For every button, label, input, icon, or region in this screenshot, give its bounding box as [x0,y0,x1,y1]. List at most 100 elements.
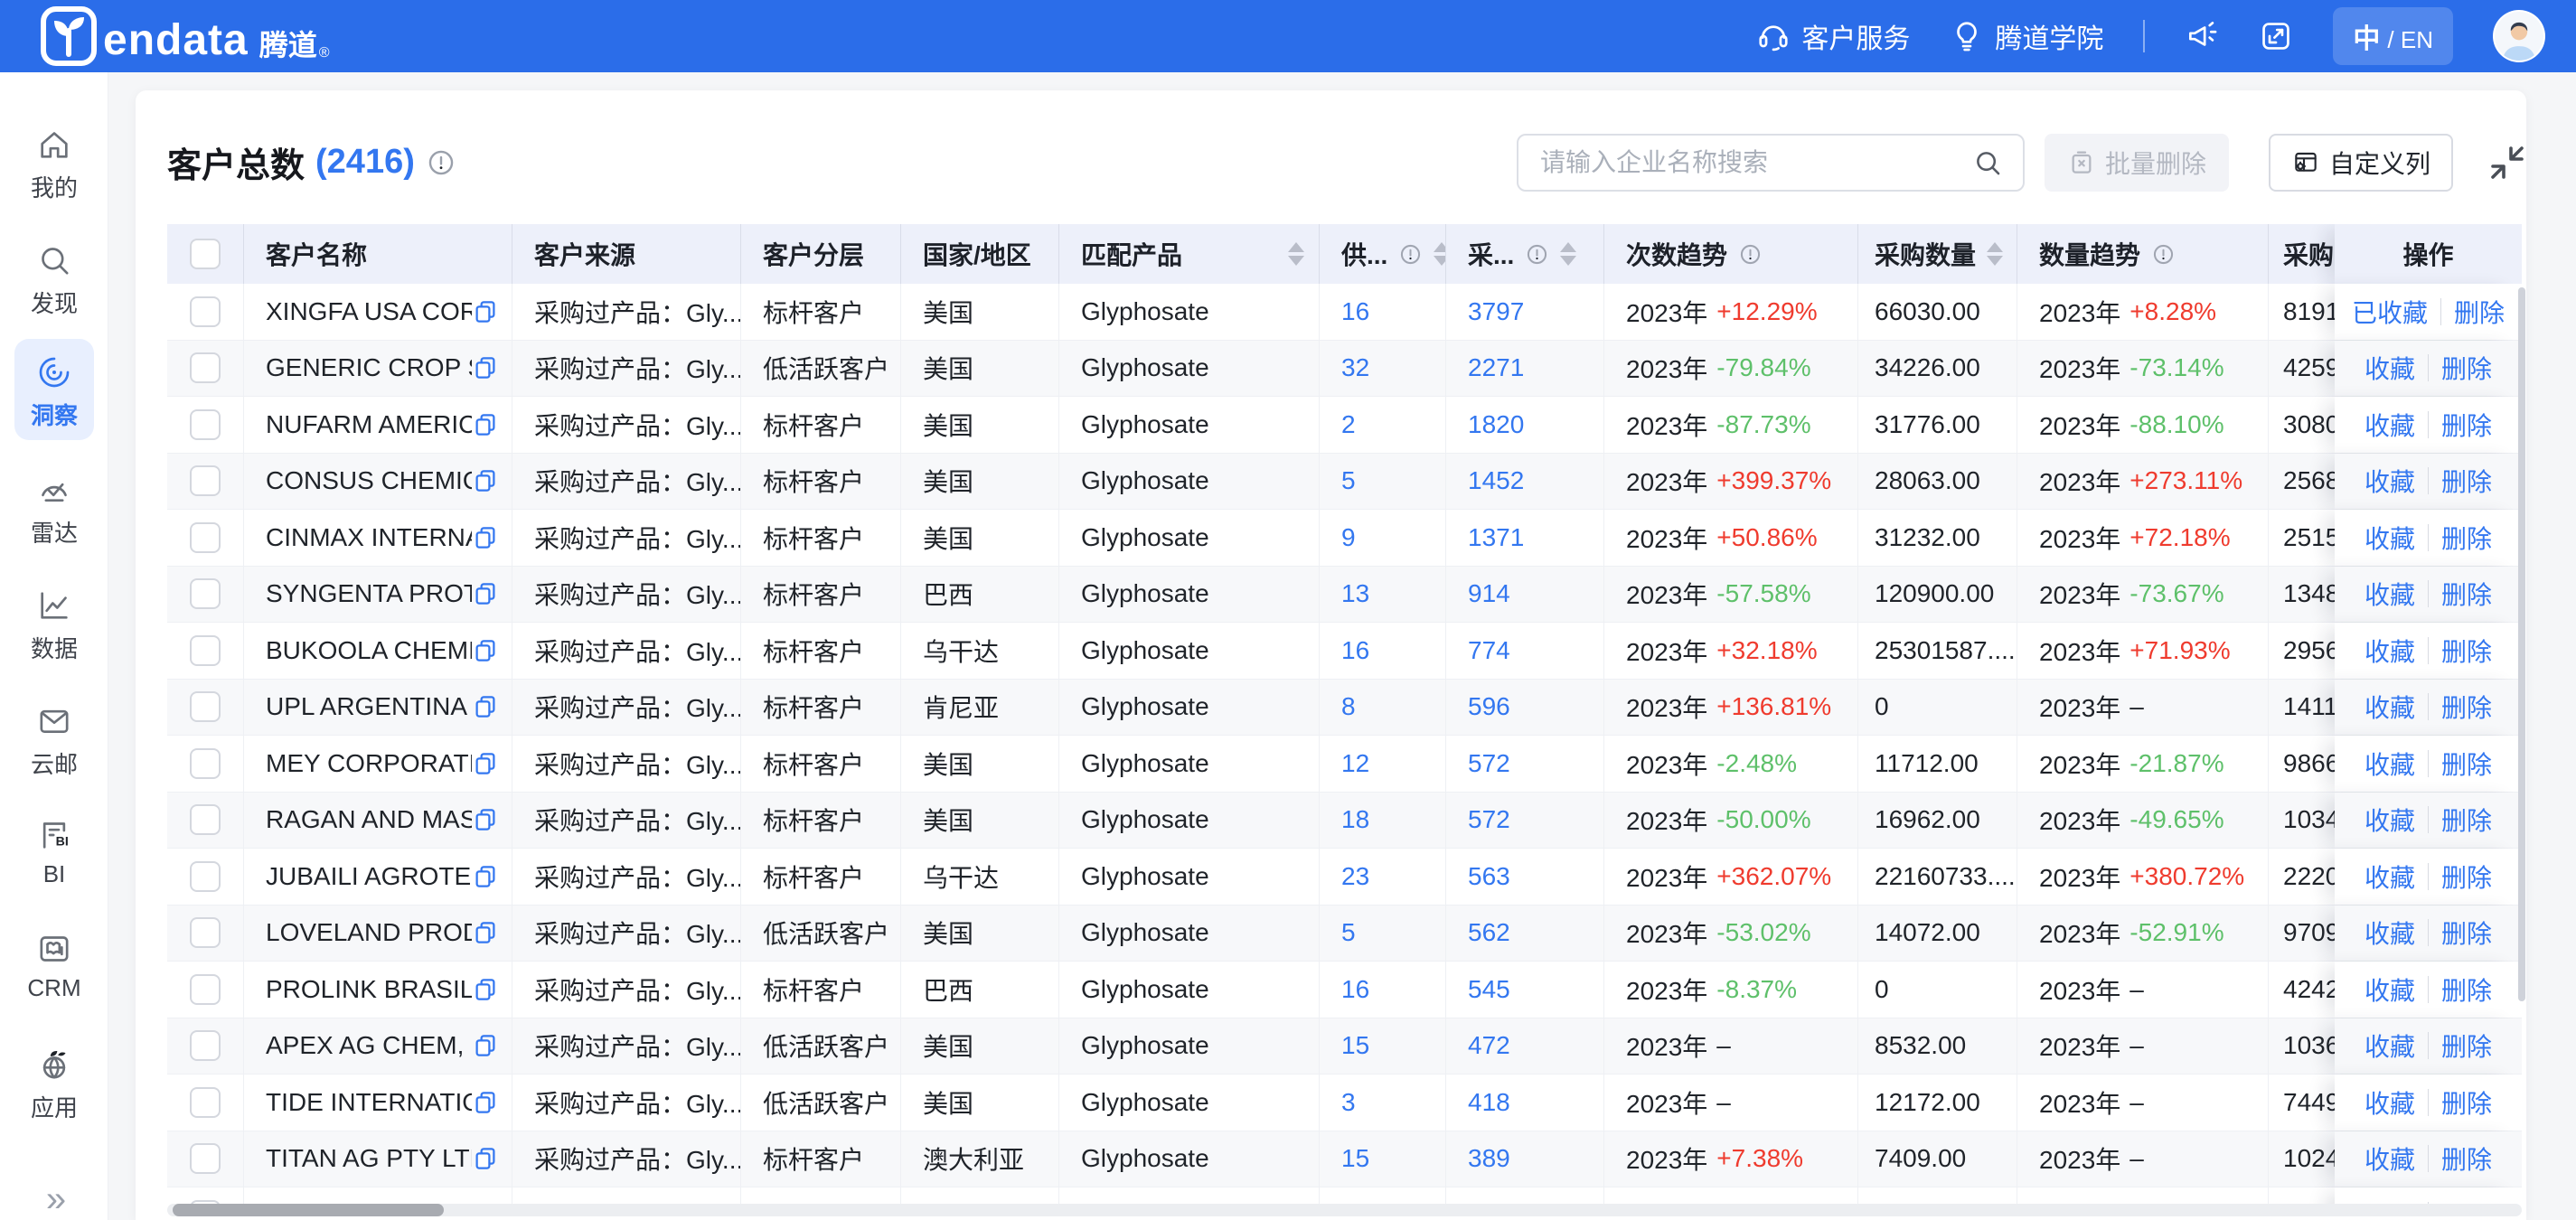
customer-name[interactable]: CONSUS CHEMICAL [266,466,472,495]
copy-icon[interactable] [472,976,499,1003]
delete-link[interactable]: 删除 [2441,350,2492,386]
delete-link[interactable]: 删除 [2441,407,2492,443]
purchase-count-link[interactable]: 418 [1468,1088,1510,1117]
nav-academy[interactable]: 腾道学院 [1950,16,2103,56]
info-icon[interactable] [1398,242,1423,267]
customer-name[interactable]: GENERIC CROP SCI [266,353,472,382]
info-icon[interactable] [1525,242,1549,267]
copy-icon[interactable] [472,1145,499,1172]
supplier-count-link[interactable]: 9 [1341,523,1356,552]
row-checkbox[interactable] [190,804,221,835]
favorite-link[interactable]: 收藏 [2364,746,2415,782]
supplier-count-link[interactable]: 12 [1341,749,1369,778]
purchase-count-link[interactable]: 914 [1468,579,1510,608]
row-checkbox[interactable] [190,974,221,1005]
search-input[interactable] [1518,148,1972,177]
sort-purchase-count[interactable] [1560,242,1576,266]
horizontal-scrollbar-thumb[interactable] [173,1204,444,1216]
copy-icon[interactable] [472,693,499,720]
supplier-count-link[interactable]: 5 [1341,466,1356,495]
sidebar-item-crm[interactable]: CRM [0,931,108,1002]
delete-link[interactable]: 删除 [2454,294,2505,330]
row-checkbox[interactable] [190,1030,221,1061]
customer-name[interactable]: RAGAN AND MASSE [266,805,472,834]
favorite-link[interactable]: 收藏 [2364,1084,2415,1121]
sidebar-item-apps[interactable]: 应用 [0,1046,108,1123]
customer-name[interactable]: NUFARM AMERICAS, [266,410,472,439]
announcement-icon[interactable] [2185,19,2219,53]
row-checkbox[interactable] [190,465,221,496]
favorite-link[interactable]: 收藏 [2364,576,2415,612]
delete-link[interactable]: 删除 [2441,633,2492,669]
delete-link[interactable]: 删除 [2441,463,2492,499]
copy-icon[interactable] [472,1089,499,1116]
favorite-link[interactable]: 收藏 [2364,633,2415,669]
purchase-count-link[interactable]: 1371 [1468,523,1524,552]
purchase-count-link[interactable]: 2271 [1468,353,1524,382]
row-checkbox[interactable] [190,522,221,553]
customer-name[interactable]: JUBAILI AGROTEC LI [266,862,472,891]
supplier-count-link[interactable]: 5 [1341,918,1356,947]
favorite-link[interactable]: 收藏 [2364,689,2415,725]
copy-icon[interactable] [472,919,499,946]
nav-customer-service[interactable]: 客户服务 [1756,16,1910,56]
favorite-link[interactable]: 收藏 [2364,802,2415,838]
select-all-checkbox[interactable] [190,239,221,269]
delete-link[interactable]: 删除 [2441,859,2492,895]
copy-icon[interactable] [472,1032,499,1059]
supplier-count-link[interactable]: 3 [1341,1088,1356,1117]
delete-link[interactable]: 删除 [2441,1028,2492,1064]
row-checkbox[interactable] [190,861,221,892]
purchase-count-link[interactable]: 1820 [1468,410,1524,439]
row-checkbox[interactable] [190,917,221,948]
language-toggle[interactable]: 中 / EN [2333,7,2453,65]
customer-name[interactable]: BUKOOLA CHEMICA [266,636,472,665]
purchase-count-link[interactable]: 562 [1468,918,1510,947]
supplier-count-link[interactable]: 13 [1341,579,1369,608]
copy-icon[interactable] [472,806,499,833]
sidebar-item-insight[interactable]: 洞察 [0,354,108,431]
horizontal-scrollbar[interactable] [167,1204,2522,1216]
row-checkbox[interactable] [190,748,221,779]
supplier-count-link[interactable]: 32 [1341,353,1369,382]
favorite-link[interactable]: 收藏 [2364,859,2415,895]
purchase-count-link[interactable]: 563 [1468,862,1510,891]
delete-link[interactable]: 删除 [2441,689,2492,725]
delete-link[interactable]: 删除 [2441,802,2492,838]
favorite-link[interactable]: 收藏 [2364,915,2415,951]
purchase-count-link[interactable]: 389 [1468,1144,1510,1173]
copy-icon[interactable] [472,298,499,325]
copy-icon[interactable] [472,863,499,890]
customer-name[interactable]: CINMAX INTERNATIO [266,523,472,552]
favorite-link[interactable]: 收藏 [2364,971,2415,1008]
customer-name[interactable]: UPL ARGENTINA S. [266,692,472,721]
user-avatar[interactable] [2493,10,2545,62]
purchase-count-link[interactable]: 774 [1468,636,1510,665]
sidebar-item-discover[interactable]: 发现 [0,242,108,319]
copy-icon[interactable] [472,467,499,494]
supplier-count-link[interactable]: 16 [1341,636,1369,665]
favorite-link[interactable]: 已收藏 [2352,294,2428,330]
customer-name[interactable]: MEY CORPORATION [266,749,472,778]
supplier-count-link[interactable]: 18 [1341,805,1369,834]
copy-icon[interactable] [472,750,499,777]
favorite-link[interactable]: 收藏 [2364,1140,2415,1177]
sidebar-item-bi[interactable]: BI BI [0,817,108,888]
row-checkbox[interactable] [190,691,221,722]
supplier-count-link[interactable]: 15 [1341,1144,1369,1173]
info-icon[interactable] [426,147,456,178]
customer-name[interactable]: APEX AG CHEM, IN [266,1031,472,1060]
supplier-count-link[interactable]: 8 [1341,692,1356,721]
favorite-link[interactable]: 收藏 [2364,350,2415,386]
copy-icon[interactable] [472,637,499,664]
supplier-count-link[interactable]: 16 [1341,297,1369,326]
delete-link[interactable]: 删除 [2441,1140,2492,1177]
supplier-count-link[interactable]: 23 [1341,862,1369,891]
row-checkbox[interactable] [190,1087,221,1118]
info-icon[interactable] [1738,242,1763,267]
favorite-link[interactable]: 收藏 [2364,520,2415,556]
copy-icon[interactable] [472,580,499,607]
sidebar-expand-icon[interactable]: » [0,1179,108,1220]
purchase-count-link[interactable]: 3797 [1468,297,1524,326]
purchase-count-link[interactable]: 596 [1468,692,1510,721]
